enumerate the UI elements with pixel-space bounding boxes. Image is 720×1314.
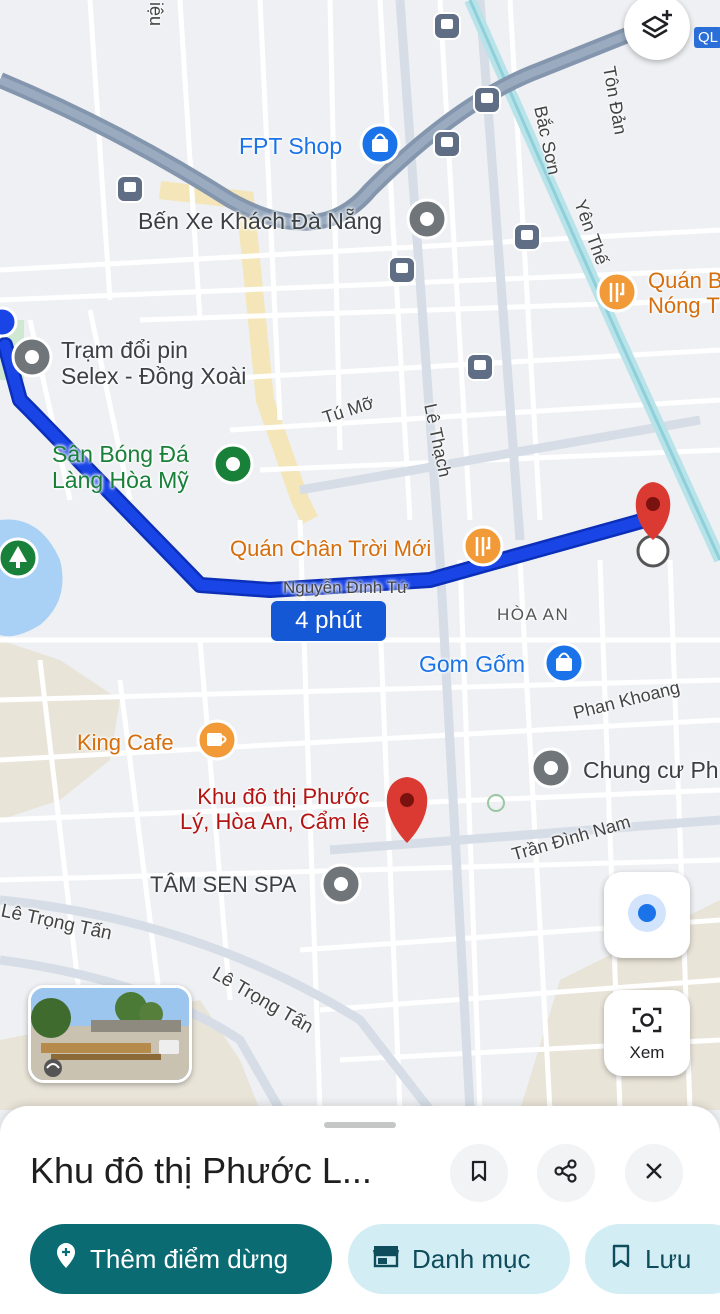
route-start-marker [0,306,18,338]
category-label: Danh mục [412,1243,531,1274]
category-button[interactable]: Danh mục [348,1224,570,1294]
poi-label-quan-b[interactable]: Quán B Nóng T [648,268,720,319]
share-button[interactable] [537,1144,595,1202]
street-label-nguyen-dinh-tu: Nguyễn Đình Tứ [283,578,409,597]
restaurant-icon[interactable] [596,271,638,313]
poi-label-chung-cu[interactable]: Chung cư Ph [583,757,719,783]
street-view-thumbnail[interactable] [28,985,192,1083]
highway-badge: QL [694,27,720,49]
place-pin-icon[interactable] [320,863,362,905]
bus-stop-icon[interactable] [466,353,494,381]
poi-label-quan-chan-troi-moi[interactable]: Quán Chân Trời Mới [230,536,431,561]
route-eta-badge[interactable]: 4 phút [271,601,386,641]
restaurant-icon[interactable] [462,525,504,567]
storefront-icon [372,1244,400,1275]
layers-plus-icon [640,8,674,47]
my-location-icon [627,893,667,938]
add-stop-label: Thêm điểm dừng [90,1243,289,1274]
place-pin-icon[interactable] [11,336,53,378]
place-pin-icon[interactable] [406,198,448,240]
sports-field-icon[interactable] [212,443,254,485]
bus-stop-icon[interactable] [513,223,541,251]
my-location-button[interactable] [604,872,690,958]
place-title: Khu đô thị Phước L... [30,1150,372,1191]
bus-stop-icon[interactable] [433,12,461,40]
share-icon [553,1158,579,1189]
cafe-cup-icon[interactable] [196,719,238,761]
lens-view-label: Xem [629,1043,665,1062]
shopping-bag-icon[interactable] [359,123,401,165]
save-bookmark-button[interactable] [450,1144,508,1202]
poi-label-selected-place[interactable]: Khu đô thị Phước Lý, Hòa An, Cẩm lệ [180,784,370,835]
poi-label-fpt-shop[interactable]: FPT Shop [239,133,342,159]
bookmark-icon [467,1159,491,1188]
bus-stop-icon[interactable] [116,175,144,203]
route-eta-label: 4 phút [295,607,362,634]
save-list-label: Lưu [645,1243,692,1274]
poi-label-ben-xe[interactable]: Bến Xe Khách Đà Nẵng [138,208,382,234]
sheet-drag-handle[interactable] [324,1122,396,1128]
park-tree-icon[interactable] [0,537,39,579]
place-bottom-sheet[interactable]: Khu đô thị Phước L... Thêm điểm dừng Dan… [0,1106,720,1314]
street-view-photo [31,988,189,1080]
route-destination-pin[interactable] [635,482,671,568]
poi-label-tam-sen-spa[interactable]: TÂM SEN SPA [150,872,296,897]
poi-label-tram-doi-pin[interactable]: Trạm đổi pin Selex - Đồng Xoài [61,337,246,390]
camera-lens-icon [630,1003,664,1042]
street-label-edge-top: iệu [146,2,166,27]
place-pin-icon[interactable] [530,747,572,789]
shopping-bag-icon[interactable] [543,642,585,684]
poi-label-gom-gom[interactable]: Gom Gốm [419,651,525,677]
bus-stop-icon[interactable] [433,130,461,158]
area-label-hoa-an: HÒA AN [497,605,570,624]
poi-label-san-bong[interactable]: Sân Bóng Đá Làng Hòa Mỹ [52,441,189,494]
save-list-button[interactable]: Lưu [585,1224,720,1294]
close-icon [643,1160,665,1187]
close-button[interactable] [625,1144,683,1202]
add-stop-button[interactable]: Thêm điểm dừng [30,1224,332,1294]
lens-view-button[interactable]: Xem [604,990,690,1076]
bookmark-icon [609,1243,633,1276]
bus-stop-icon[interactable] [388,256,416,284]
add-stop-pin-icon [54,1242,78,1276]
poi-label-king-cafe[interactable]: King Cafe [77,730,174,755]
bus-stop-icon[interactable] [473,86,501,114]
